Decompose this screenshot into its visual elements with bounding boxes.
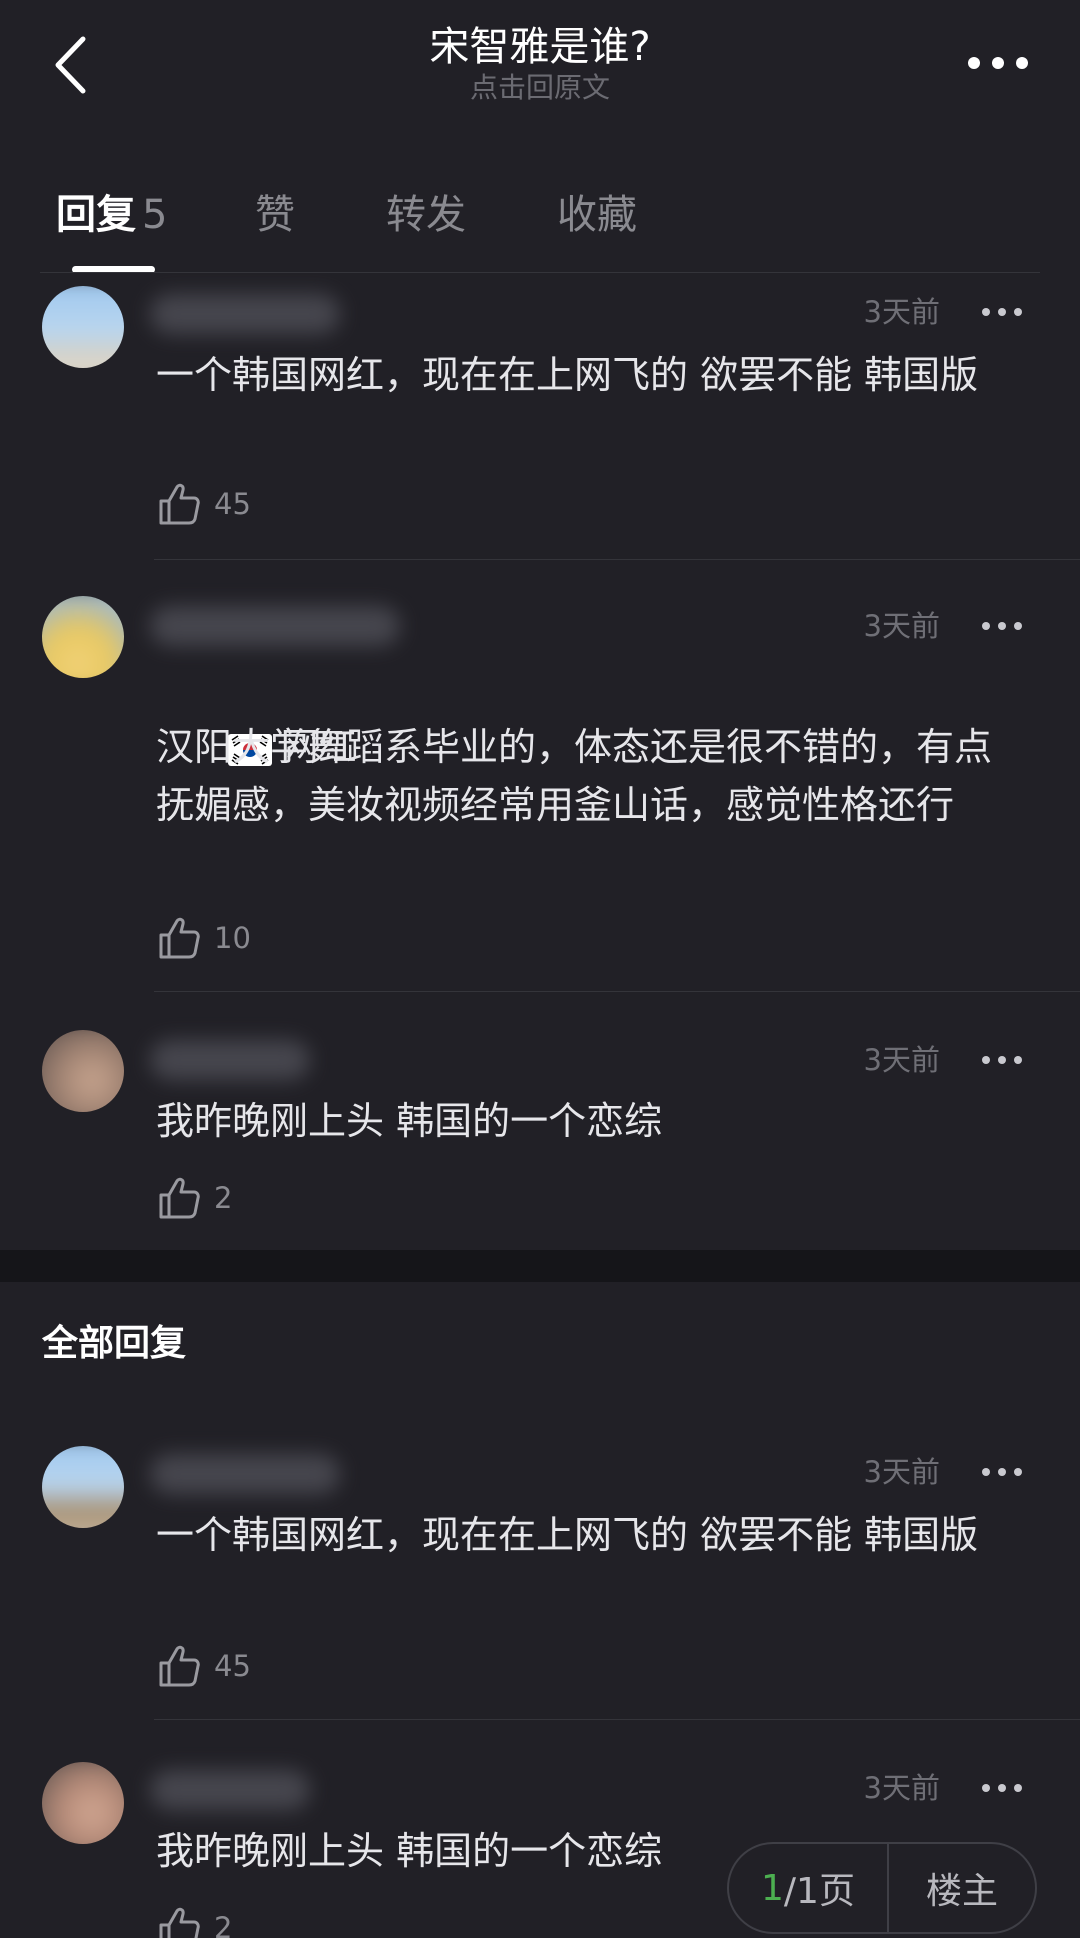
dot-icon xyxy=(1016,57,1028,69)
dot-icon xyxy=(1014,308,1022,316)
tab-replies-count: 5 xyxy=(142,192,168,238)
dot-icon xyxy=(1014,1784,1022,1792)
current-page: 1 xyxy=(761,1867,784,1909)
pagination-control: 1/1页 楼主 xyxy=(727,1842,1037,1934)
avatar[interactable] xyxy=(42,286,124,368)
avatar[interactable] xyxy=(42,1030,124,1112)
like-count: 45 xyxy=(214,1649,251,1683)
username-blurred[interactable] xyxy=(150,1454,340,1494)
like-count: 10 xyxy=(214,921,251,955)
like-button[interactable]: 2 xyxy=(158,1906,232,1938)
thumbs-up-icon xyxy=(159,483,200,525)
username-blurred[interactable] xyxy=(150,294,340,334)
dot-icon xyxy=(998,1784,1006,1792)
comment-more-button[interactable] xyxy=(982,619,1022,633)
avatar[interactable] xyxy=(42,596,124,678)
only-owner-button[interactable]: 楼主 xyxy=(889,1862,1035,1914)
comment-time: 3天前 xyxy=(863,1771,940,1805)
comment-text: 我昨晚刚上头 韩国的一个恋综 xyxy=(156,1099,663,1143)
username-blurred[interactable] xyxy=(150,1040,310,1080)
dot-icon xyxy=(982,1784,990,1792)
page: 宋智雅是谁? 点击回原文 回复 5 赞 转发 收藏 3天前 一个韩国网红，现在在上… xyxy=(0,0,1080,1938)
dot-icon xyxy=(998,622,1006,630)
thumbs-up-icon xyxy=(159,1177,200,1219)
section-separator xyxy=(0,1250,1080,1282)
like-button[interactable]: 45 xyxy=(158,1644,251,1688)
thumbs-up-icon xyxy=(159,1907,200,1938)
avatar[interactable] xyxy=(42,1762,124,1844)
like-button[interactable]: 45 xyxy=(158,482,251,526)
more-options-button[interactable] xyxy=(968,48,1028,78)
tab-likes[interactable]: 赞 xyxy=(255,190,295,240)
page-selector[interactable]: 1/1页 xyxy=(729,1844,889,1932)
all-replies-heading: 全部回复 xyxy=(42,1323,187,1364)
dot-icon xyxy=(1014,1056,1022,1064)
comment-more-button[interactable] xyxy=(982,1465,1022,1479)
comment-more-button[interactable] xyxy=(982,305,1022,319)
dot-icon xyxy=(982,622,990,630)
comment-more-button[interactable] xyxy=(982,1053,1022,1067)
comment-text: 汉阳大学舞蹈系毕业的，体态还是很不错的，有点抚媚感，美妆视频经常用釜山话，感觉性… xyxy=(156,725,993,827)
comment-text: 一个韩国网红，现在在上网飞的 欲罢不能 韩国版 xyxy=(156,353,979,397)
dot-icon xyxy=(982,1468,990,1476)
thumbs-up-icon xyxy=(159,1645,200,1687)
username-blurred[interactable] xyxy=(150,1770,310,1810)
comment-time: 3天前 xyxy=(863,1043,940,1077)
tab-reposts[interactable]: 转发 xyxy=(386,190,466,240)
comment-time: 3天前 xyxy=(863,1455,940,1489)
tab-replies[interactable]: 回复 5 xyxy=(56,190,167,240)
dot-icon xyxy=(992,57,1004,69)
dot-icon xyxy=(982,1056,990,1064)
comment-more-button[interactable] xyxy=(982,1781,1022,1795)
divider xyxy=(154,991,1080,992)
username-blurred[interactable] xyxy=(150,606,400,646)
tab-favorites[interactable]: 收藏 xyxy=(557,190,637,240)
tab-bar: 回复 5 赞 转发 收藏 xyxy=(0,180,1080,275)
dot-icon xyxy=(998,308,1006,316)
divider xyxy=(154,1719,1080,1720)
comment-time: 3天前 xyxy=(863,295,940,329)
avatar[interactable] xyxy=(42,1446,124,1528)
dot-icon xyxy=(1014,622,1022,630)
dot-icon xyxy=(1014,1468,1022,1476)
back-to-original-link[interactable]: 点击回原文 xyxy=(0,70,1080,106)
comment-time: 3天前 xyxy=(863,609,940,643)
like-count: 45 xyxy=(214,487,251,521)
top-bar: 宋智雅是谁? 点击回原文 xyxy=(0,0,1080,140)
comment-text: 一个韩国网红，现在在上网飞的 欲罢不能 韩国版 xyxy=(156,1513,979,1557)
like-button[interactable]: 10 xyxy=(158,916,251,960)
like-button[interactable]: 2 xyxy=(158,1176,232,1220)
divider xyxy=(154,559,1080,560)
tab-replies-label: 回复 xyxy=(56,192,136,238)
thumbs-up-icon xyxy=(159,917,200,959)
divider xyxy=(40,272,1040,273)
dot-icon xyxy=(998,1056,1006,1064)
dot-icon xyxy=(968,57,980,69)
dot-icon xyxy=(998,1468,1006,1476)
dot-icon xyxy=(982,308,990,316)
page-title: 宋智雅是谁? xyxy=(429,24,651,70)
like-count: 2 xyxy=(214,1911,233,1938)
total-pages: /1页 xyxy=(783,1871,855,1912)
like-count: 2 xyxy=(214,1181,233,1215)
